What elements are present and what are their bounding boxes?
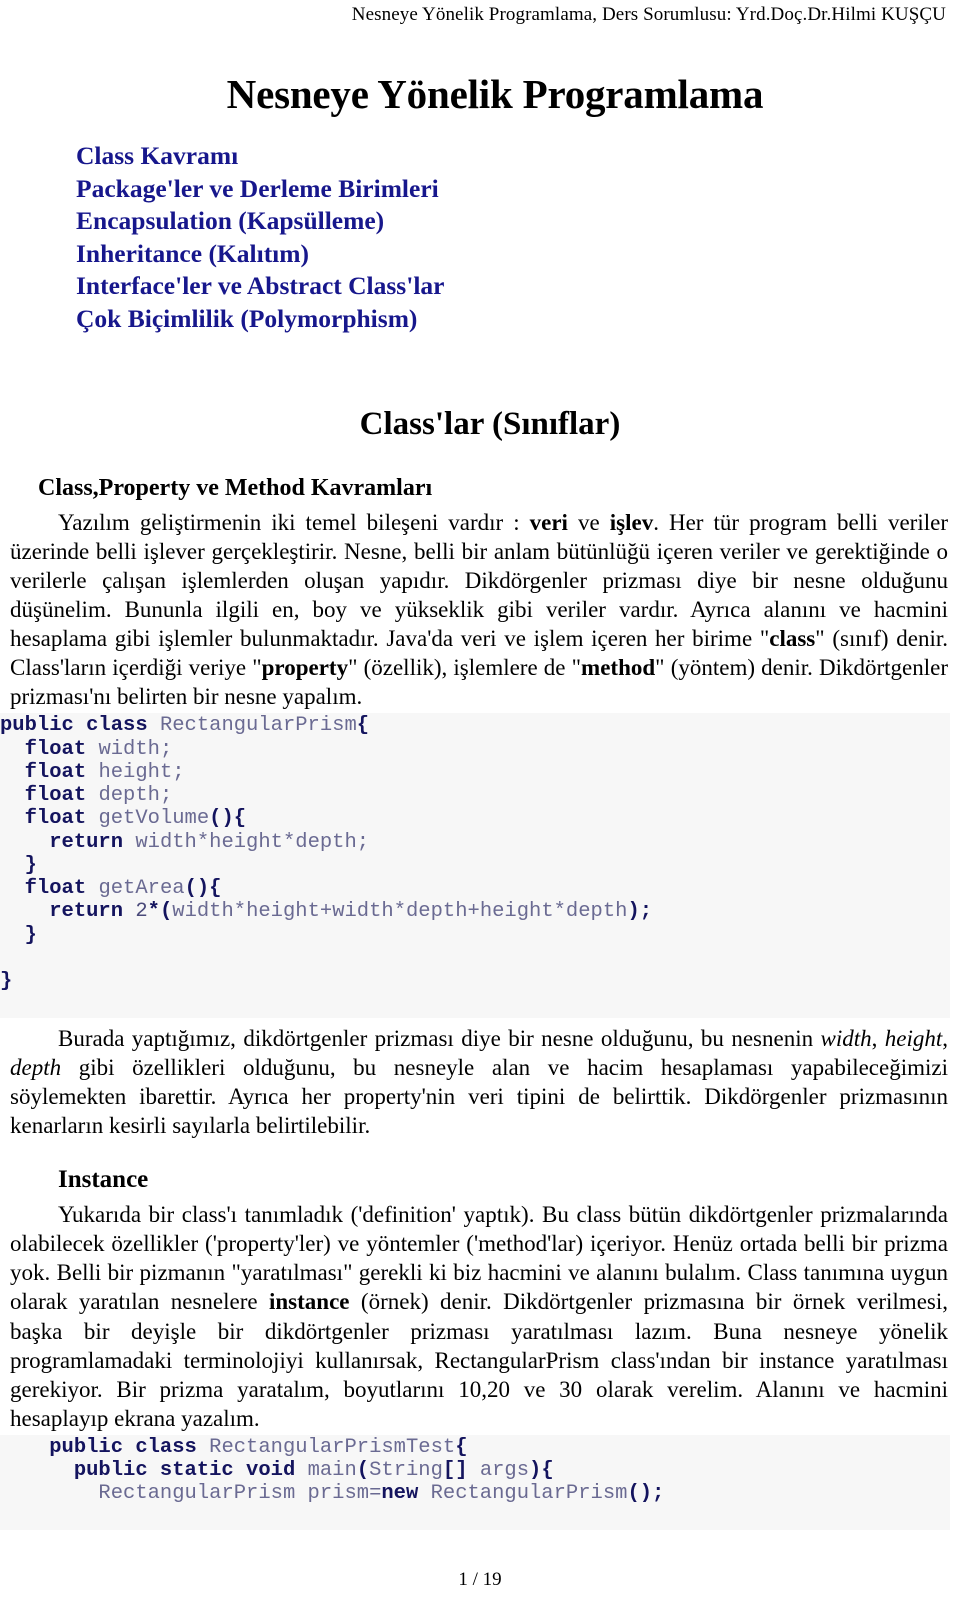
code-line: public static void main(String[] args){ xyxy=(73,1459,554,1483)
code-line: } xyxy=(24,853,37,877)
intro-bold-property: property xyxy=(261,655,349,681)
code-line: } xyxy=(24,923,37,947)
paragraph-after-code: Burada yaptığımız, dikdörtgenler prizmas… xyxy=(0,1024,960,1140)
after-code-text-3: , xyxy=(942,1025,949,1051)
code-line: public class RectangularPrismTest{ xyxy=(49,1435,468,1459)
intro-bold-method: method xyxy=(581,655,656,681)
code-line: float width; xyxy=(24,737,173,761)
code-line: float getVolume(){ xyxy=(24,807,247,831)
after-code-italic-height: height xyxy=(884,1025,943,1051)
code-block-rectangular-prism-test: public class RectangularPrismTest{ publi… xyxy=(0,1434,950,1530)
topic-item-interfaceler: Interface'ler ve Abstract Class'lar xyxy=(76,271,445,301)
topic-item-encapsulation: Encapsulation (Kapsülleme) xyxy=(76,206,385,236)
section-title-classlar: Class'lar (Sınıflar) xyxy=(359,405,621,442)
subsection-title-class-property-method: Class,Property ve Method Kavramları xyxy=(38,474,433,501)
code-block-rectangular-prism: public class RectangularPrism{ float wid… xyxy=(0,713,950,1018)
paragraph-intro: Yazılım geliştirmenin iki temel bileşeni… xyxy=(0,508,960,712)
intro-bold-veri: veri xyxy=(529,509,568,535)
intro-text-1: Yazılım geliştirmenin iki temel bileşeni… xyxy=(58,509,530,535)
intro-text-5: " (özellik), işlemlere de " xyxy=(348,655,582,681)
page-footer: 1 / 19 xyxy=(458,1569,502,1590)
code-line: return width*height*depth; xyxy=(49,830,370,854)
code-line: float depth; xyxy=(24,784,173,808)
code-line: float getArea(){ xyxy=(24,877,222,901)
code-line: float height; xyxy=(24,760,185,784)
code-line: return 2*(width*height+width*depth+heigh… xyxy=(49,900,653,924)
instance-bold-instance: instance xyxy=(269,1289,350,1315)
topic-item-inheritance: Inheritance (Kalıtım) xyxy=(76,238,309,268)
intro-bold-class: class xyxy=(769,626,816,652)
topic-list: Class Kavramı Package'ler ve Derleme Bir… xyxy=(0,140,960,336)
after-code-italic-depth: depth xyxy=(10,1054,62,1080)
topic-item-polymorphism: Çok Biçimlilik (Polymorphism) xyxy=(76,304,418,334)
code-line: } xyxy=(0,970,13,994)
after-code-text-1: Burada yaptığımız, dikdörtgenler prizmas… xyxy=(58,1025,821,1051)
page-title: Nesneye Yönelik Programlama xyxy=(226,70,764,117)
intro-text-2: ve xyxy=(567,509,610,535)
paragraph-instance-body: Yukarıda bir class'ı tanımladık ('defini… xyxy=(0,1200,960,1433)
after-code-text-4: gibi özellikleri olduğunu, bu nesneyle a… xyxy=(10,1054,948,1139)
after-code-italic-width: width xyxy=(820,1025,872,1051)
section-title-instance: Instance xyxy=(58,1166,149,1194)
running-header: Nesneye Yönelik Programlama, Ders Soruml… xyxy=(351,4,946,25)
after-code-text-2: , xyxy=(871,1025,885,1051)
topic-item-class-kavrami: Class Kavramı xyxy=(76,140,239,170)
intro-bold-islev: işlev xyxy=(609,509,654,535)
code-line: public class RectangularPrism{ xyxy=(0,714,370,738)
code-line: RectangularPrism prism=new RectangularPr… xyxy=(98,1482,665,1506)
topic-item-packageler: Package'ler ve Derleme Birimleri xyxy=(76,173,439,203)
document-page: Nesneye Yönelik Programlama, Ders Soruml… xyxy=(0,0,960,1599)
